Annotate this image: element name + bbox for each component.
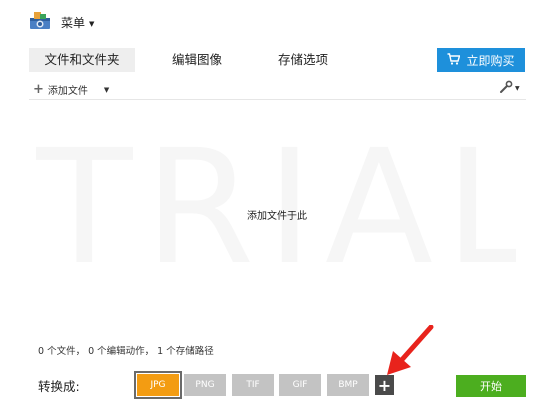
tab-edit-images[interactable]: 编辑图像 — [144, 48, 250, 72]
add-file-button[interactable]: + 添加文件 ▼ — [33, 81, 110, 98]
format-gif-button[interactable]: GIF — [279, 374, 321, 396]
drop-hint-text: 添加文件于此 — [247, 211, 307, 222]
app-logo-icon — [29, 10, 51, 30]
buy-now-label: 立即购买 — [466, 53, 515, 68]
status-summary: 0 个文件， 0 个编辑动作， 1 个存储路径 — [38, 346, 214, 357]
convert-to-label: 转换成: — [38, 379, 80, 394]
settings-wrench-button[interactable]: ▼ — [499, 80, 525, 96]
add-format-button[interactable]: + — [375, 375, 394, 395]
chevron-down-icon: ▼ — [89, 19, 95, 28]
annotation-arrow-icon — [385, 324, 435, 377]
plus-icon: + — [33, 81, 44, 97]
main-menu-button[interactable]: 菜单 ▼ — [61, 14, 94, 31]
start-button[interactable]: 开始 — [456, 375, 526, 397]
shopping-cart-icon — [447, 52, 461, 68]
tab-storage-options[interactable]: 存储选项 — [250, 48, 356, 72]
add-file-label: 添加文件 — [47, 86, 88, 97]
buy-now-button[interactable]: 立即购买 — [437, 48, 525, 72]
format-bmp-button[interactable]: BMP — [327, 374, 369, 396]
format-png-button[interactable]: PNG — [184, 374, 226, 396]
tab-files-and-folders[interactable]: 文件和文件夹 — [29, 48, 135, 72]
chevron-down-icon: ▼ — [103, 85, 110, 94]
chevron-down-icon: ▼ — [515, 84, 520, 92]
wrench-icon — [499, 79, 513, 98]
main-menu-label: 菜单 — [61, 16, 86, 30]
format-tif-button[interactable]: TIF — [232, 374, 274, 396]
format-jpg-button[interactable]: JPG — [134, 371, 182, 399]
